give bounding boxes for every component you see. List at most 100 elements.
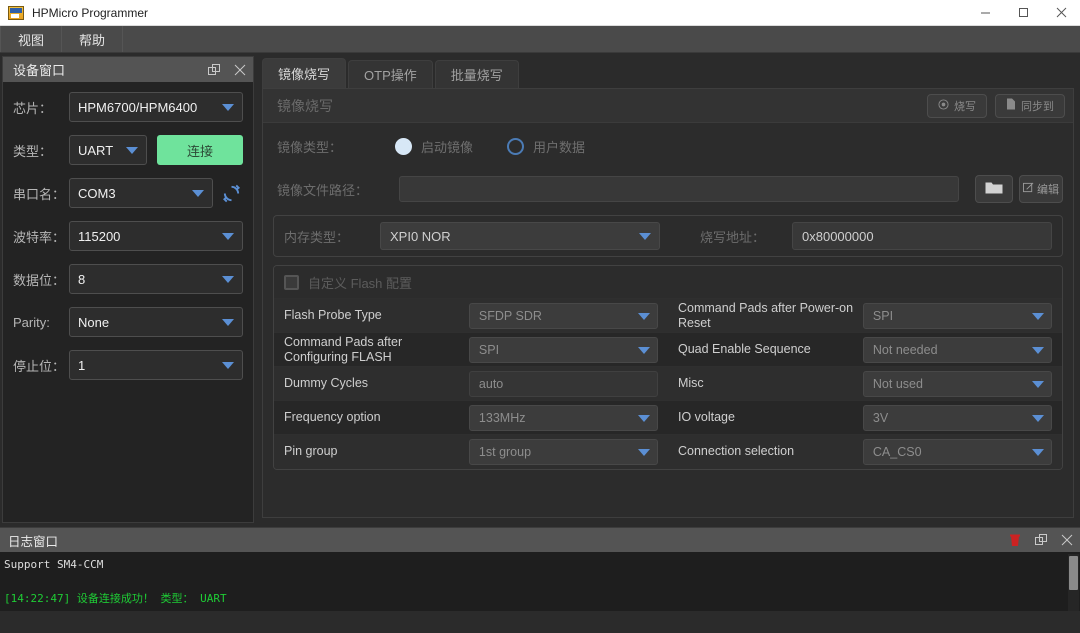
frequency-option-value: 133MHz — [478, 410, 526, 425]
device-panel-body: 芯片： HPM6700/HPM6400 类型： UART 连接 串口名： COM… — [3, 82, 253, 522]
burn-icon — [938, 98, 949, 113]
memory-type-value: XPI0 NOR — [390, 228, 451, 244]
log-line: Support SM4-CCM — [4, 558, 104, 571]
section-title: 镜像烧写 — [277, 97, 333, 114]
flash-probe-type-select[interactable]: SFDP SDR — [468, 302, 658, 329]
chevron-down-icon — [637, 346, 650, 354]
chevron-down-icon — [637, 312, 650, 320]
sync-button[interactable]: 同步到 — [995, 93, 1065, 118]
close-icon[interactable] — [227, 57, 253, 82]
parity-label: Parity: — [13, 314, 50, 330]
chevron-down-icon — [1032, 346, 1044, 354]
program-address-label: 烧写地址： — [700, 229, 766, 245]
tab-batch-program[interactable]: 批量烧写 — [434, 60, 519, 88]
file-path-input[interactable] — [399, 176, 959, 202]
databits-value: 8 — [78, 271, 86, 287]
browse-button[interactable] — [975, 175, 1013, 203]
tab-otp[interactable]: OTP操作 — [348, 60, 433, 88]
log-window-header: 日志窗口 — [0, 528, 1080, 552]
dummy-cycles-input[interactable]: auto — [468, 370, 658, 397]
folder-icon — [985, 180, 1003, 199]
close-button[interactable] — [1042, 0, 1080, 26]
type-select[interactable]: UART — [69, 135, 147, 165]
quad-enable-sequence-value: Not needed — [872, 342, 938, 357]
misc-value: Not used — [872, 376, 923, 391]
radio-boot-image[interactable]: 启动镜像 — [395, 137, 473, 156]
table-row: Dummy Cycles auto Misc Not used — [274, 366, 1062, 401]
window-title: HPMicro Programmer — [32, 5, 149, 20]
app-icon — [8, 5, 24, 20]
chevron-down-icon — [1032, 448, 1044, 456]
flash-config-header[interactable]: 自定义 Flash 配置 — [274, 266, 1062, 298]
chevron-down-icon — [222, 104, 234, 111]
window-controls — [966, 0, 1080, 26]
chevron-down-icon — [637, 448, 650, 456]
port-label: 串口名： — [13, 186, 66, 202]
file-path-label: 镜像文件路径： — [277, 182, 369, 198]
cell-control: 1st group — [468, 434, 668, 469]
connection-selection-value: CA_CS0 — [872, 444, 922, 459]
stopbits-select[interactable]: 1 — [69, 350, 243, 380]
command-pads-power-on-reset-select[interactable]: SPI — [862, 302, 1052, 329]
databits-select[interactable]: 8 — [69, 264, 243, 294]
program-address-input[interactable]: 0x80000000 — [792, 222, 1052, 250]
flash-config-table: Flash Probe Type SFDP SDR Command Pads a… — [274, 298, 1062, 469]
status-bar — [0, 611, 1080, 633]
field-databits: 数据位： 8 — [13, 264, 243, 294]
cell-label: Command Pads after Configuring FLASH — [274, 332, 469, 367]
edit-button[interactable]: 编辑 — [1019, 175, 1063, 203]
tab-panel: 镜像烧写 烧写 同步到 镜像类型： 启动镜像 用户数据 镜像文件路径： 编辑 内… — [262, 88, 1074, 518]
baudrate-label: 波特率： — [13, 229, 66, 245]
quad-enable-sequence-select[interactable]: Not needed — [862, 336, 1052, 363]
command-pads-after-config-select[interactable]: SPI — [468, 336, 658, 363]
image-type-label: 镜像类型： — [277, 139, 343, 155]
misc-select[interactable]: Not used — [862, 370, 1052, 397]
cell-label: Misc — [667, 366, 863, 401]
command-pads-power-on-reset-value: SPI — [872, 308, 894, 323]
chevron-down-icon — [126, 147, 138, 154]
chip-label: 芯片： — [13, 100, 53, 116]
tab-strip: 镜像烧写 OTP操作 批量烧写 — [258, 56, 1078, 88]
log-line: [14:22:47] 设备连接成功！ 类型： UART — [4, 592, 227, 605]
type-value: UART — [78, 142, 114, 158]
radio-user-data[interactable]: 用户数据 — [507, 137, 585, 156]
custom-flash-checkbox[interactable] — [284, 274, 299, 290]
refresh-icon[interactable] — [219, 184, 243, 203]
connect-button[interactable]: 连接 — [157, 135, 243, 165]
trash-icon[interactable] — [1002, 528, 1028, 553]
connection-selection-select[interactable]: CA_CS0 — [862, 438, 1052, 465]
cell-label: IO voltage — [667, 400, 863, 435]
io-voltage-value: 3V — [872, 410, 889, 425]
tab-image-program[interactable]: 镜像烧写 — [262, 58, 347, 88]
chevron-down-icon — [1032, 414, 1044, 422]
cell-control: Not needed — [862, 332, 1062, 367]
log-scrollbar-thumb[interactable] — [1069, 556, 1078, 590]
menu-item-view[interactable]: 视图 — [0, 26, 63, 52]
memory-type-select[interactable]: XPI0 NOR — [380, 222, 660, 250]
io-voltage-select[interactable]: 3V — [862, 404, 1052, 431]
parity-select[interactable]: None — [69, 307, 243, 337]
stopbits-value: 1 — [78, 357, 86, 373]
close-icon[interactable] — [1054, 528, 1080, 553]
float-icon[interactable] — [1028, 528, 1054, 553]
cell-label: Frequency option — [274, 400, 469, 435]
table-row: Pin group 1st group Connection selection — [274, 434, 1062, 469]
chip-select[interactable]: HPM6700/HPM6400 — [69, 92, 243, 122]
image-program-form: 镜像类型： 启动镜像 用户数据 镜像文件路径： 编辑 内存类型： XPI0 NO… — [263, 123, 1073, 517]
field-stopbits: 停止位： 1 — [13, 350, 243, 380]
minimize-button[interactable] — [966, 0, 1004, 26]
chip-value: HPM6700/HPM6400 — [78, 99, 198, 115]
maximize-button[interactable] — [1004, 0, 1042, 26]
section-actions: 烧写 同步到 — [927, 93, 1065, 118]
chevron-down-icon — [222, 233, 234, 240]
pin-group-select[interactable]: 1st group — [468, 438, 658, 465]
float-icon[interactable] — [201, 57, 227, 82]
field-parity: Parity: None — [13, 307, 243, 337]
baudrate-select[interactable]: 115200 — [69, 221, 243, 251]
field-port: 串口名： COM3 — [13, 178, 243, 208]
frequency-option-select[interactable]: 133MHz — [468, 404, 658, 431]
port-select[interactable]: COM3 — [69, 178, 213, 208]
burn-button[interactable]: 烧写 — [927, 93, 987, 118]
menu-item-help[interactable]: 帮助 — [62, 26, 124, 52]
